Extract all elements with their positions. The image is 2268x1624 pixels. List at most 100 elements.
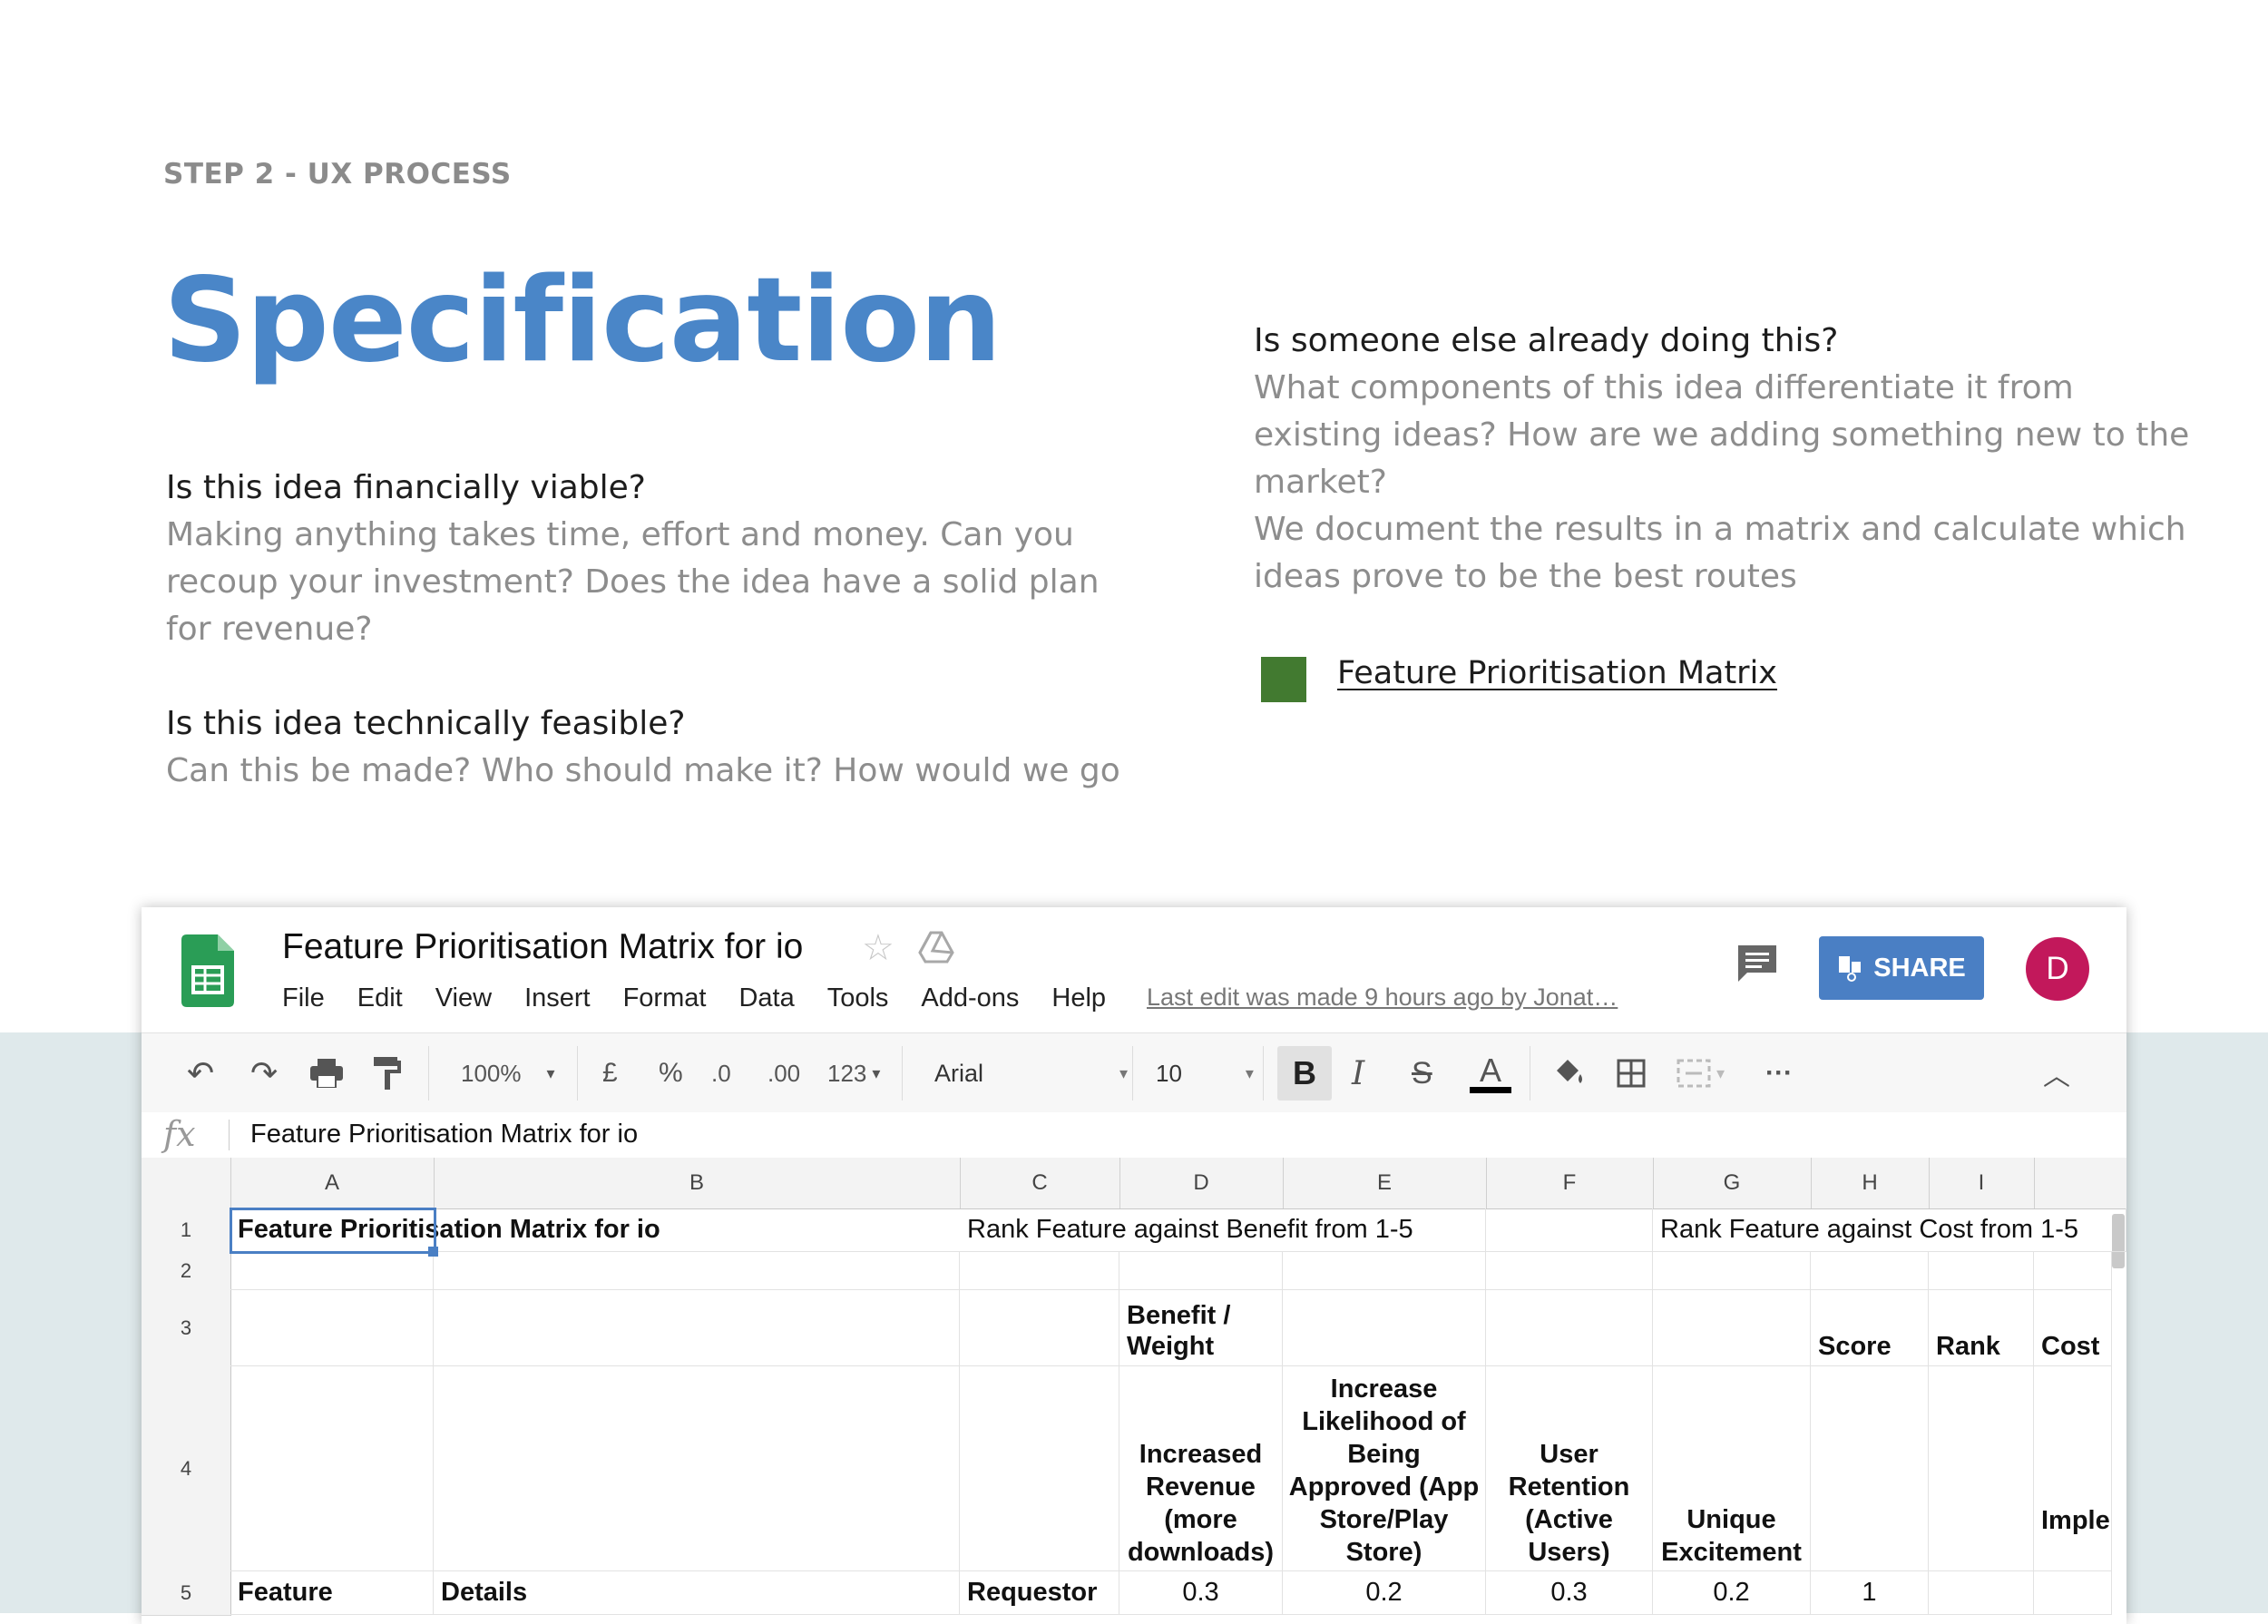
cell-a5[interactable]: Feature <box>230 1571 434 1615</box>
cell-a3[interactable] <box>230 1290 434 1366</box>
document-title[interactable]: Feature Prioritisation Matrix for io <box>282 927 803 967</box>
cell-h3[interactable]: Score <box>1811 1290 1929 1366</box>
menu-help[interactable]: Help <box>1051 983 1106 1013</box>
row-header-3[interactable]: 3 <box>142 1290 231 1367</box>
row-header-2[interactable]: 2 <box>142 1252 231 1291</box>
formula-input[interactable]: Feature Prioritisation Matrix for io <box>250 1120 638 1150</box>
print-icon[interactable] <box>310 1033 343 1113</box>
column-header-h[interactable]: H <box>1811 1158 1930 1208</box>
cell-e4[interactable]: Increase Likelihood of Being Approved (A… <box>1283 1366 1486 1571</box>
menu-tools[interactable]: Tools <box>827 983 889 1013</box>
cell-e2[interactable] <box>1283 1252 1486 1290</box>
cell-c2[interactable] <box>960 1252 1119 1290</box>
column-header-i[interactable]: I <box>1929 1158 2035 1208</box>
cell-j3[interactable]: Cost <box>2034 1290 2112 1366</box>
feature-matrix-link[interactable]: Feature Prioritisation Matrix <box>1337 655 1777 691</box>
cell-f2[interactable] <box>1486 1252 1653 1290</box>
cell-b5[interactable]: Details <box>434 1571 960 1615</box>
cell-c5[interactable]: Requestor <box>960 1571 1119 1615</box>
font-size-select[interactable]: 10 ▾ <box>1156 1033 1254 1113</box>
undo-icon[interactable]: ↶ <box>187 1033 214 1113</box>
cell-j4[interactable]: Imple <box>2034 1366 2112 1571</box>
paint-format-icon[interactable] <box>374 1033 401 1113</box>
cell-b2[interactable] <box>434 1252 960 1290</box>
cell-g5[interactable]: 0.2 <box>1653 1571 1811 1615</box>
cell-d5[interactable]: 0.3 <box>1119 1571 1283 1615</box>
last-edit-link[interactable]: Last edit was made 9 hours ago by Jonat… <box>1147 983 1618 1012</box>
merge-cells-icon[interactable]: ▾ <box>1677 1033 1725 1113</box>
cell-g4[interactable]: Unique Excitement <box>1653 1366 1811 1571</box>
cell-i2[interactable] <box>1929 1252 2034 1290</box>
cell-a1[interactable]: Feature Prioritisation Matrix for io <box>230 1208 960 1252</box>
cell-f5[interactable]: 0.3 <box>1486 1571 1653 1615</box>
cell-a4[interactable] <box>230 1366 434 1571</box>
zoom-select[interactable]: 100% ▾ <box>461 1033 555 1113</box>
cell-f1[interactable] <box>1486 1208 1653 1252</box>
column-header-b[interactable]: B <box>434 1158 961 1208</box>
cell-c1[interactable]: Rank Feature against Benefit from 1-5 <box>960 1208 1486 1252</box>
menu-edit[interactable]: Edit <box>357 983 403 1013</box>
cell-c4[interactable] <box>960 1366 1119 1571</box>
currency-button[interactable]: £ <box>602 1033 618 1113</box>
font-family-select[interactable]: Arial ▾ <box>934 1033 1128 1113</box>
comment-icon[interactable] <box>1735 942 1780 985</box>
redo-icon[interactable]: ↷ <box>250 1033 278 1113</box>
cell-d3[interactable]: Benefit / Weight <box>1119 1290 1283 1366</box>
column-header-f[interactable]: F <box>1486 1158 1654 1208</box>
cell-f3[interactable] <box>1486 1290 1653 1366</box>
drive-folder-icon[interactable] <box>918 929 954 965</box>
cell-j2[interactable] <box>2034 1252 2112 1290</box>
cell-f4[interactable]: User Retention (Active Users) <box>1486 1366 1653 1571</box>
cell-g2[interactable] <box>1653 1252 1811 1290</box>
cell-h2[interactable] <box>1811 1252 1929 1290</box>
cell-i3[interactable]: Rank <box>1929 1290 2034 1366</box>
menu-data[interactable]: Data <box>738 983 794 1013</box>
collapse-chevron-up-icon[interactable]: ︿ <box>2043 1033 2070 1113</box>
more-formats-button[interactable]: 123 ▾ <box>827 1033 880 1113</box>
cell-i4[interactable] <box>1929 1366 2034 1571</box>
cell-b3[interactable] <box>434 1290 960 1366</box>
bold-button[interactable]: B <box>1277 1046 1332 1101</box>
row-header-1[interactable]: 1 <box>142 1208 231 1253</box>
column-header-c[interactable]: C <box>960 1158 1120 1208</box>
cell-d4[interactable]: Increased Revenue (more downloads) <box>1119 1366 1283 1571</box>
menu-format[interactable]: Format <box>623 983 707 1013</box>
select-all-corner[interactable] <box>142 1158 231 1208</box>
cell-a2[interactable] <box>230 1252 434 1290</box>
row-header-4[interactable]: 4 <box>142 1366 231 1572</box>
column-header-d[interactable]: D <box>1119 1158 1284 1208</box>
star-icon[interactable]: ☆ <box>862 927 894 969</box>
strikethrough-button[interactable]: S <box>1412 1033 1432 1113</box>
cell-d2[interactable] <box>1119 1252 1283 1290</box>
text-color-button[interactable]: A <box>1470 1033 1511 1113</box>
borders-icon[interactable] <box>1617 1033 1646 1113</box>
cell-e3[interactable] <box>1283 1290 1486 1366</box>
cell-g3[interactable] <box>1653 1290 1811 1366</box>
cell-i5[interactable] <box>1929 1571 2034 1615</box>
cell-b4[interactable] <box>434 1366 960 1571</box>
menu-insert[interactable]: Insert <box>524 983 591 1013</box>
cell-e5[interactable]: 0.2 <box>1283 1571 1486 1615</box>
avatar[interactable]: D <box>2026 937 2089 1001</box>
increase-decimal-button[interactable]: .00 <box>767 1033 800 1113</box>
cell-g1[interactable]: Rank Feature against Cost from 1-5 <box>1653 1208 2126 1252</box>
cell-h4[interactable] <box>1811 1366 1929 1571</box>
menu-file[interactable]: File <box>282 983 325 1013</box>
fill-color-icon[interactable] <box>1553 1033 1586 1113</box>
menu-view[interactable]: View <box>435 983 492 1013</box>
column-header-e[interactable]: E <box>1283 1158 1487 1208</box>
more-options-button[interactable]: ··· <box>1765 1033 1793 1113</box>
cell-h5[interactable]: 1 <box>1811 1571 1929 1615</box>
column-header-j[interactable] <box>2034 1158 2126 1208</box>
column-header-g[interactable]: G <box>1653 1158 1812 1208</box>
italic-button[interactable]: I <box>1352 1033 1364 1113</box>
menu-addons[interactable]: Add-ons <box>921 983 1019 1013</box>
column-header-a[interactable]: A <box>230 1158 435 1208</box>
row-header-5[interactable]: 5 <box>142 1571 231 1616</box>
fill-handle[interactable] <box>428 1247 438 1257</box>
share-button[interactable]: SHARE <box>1819 936 1984 1000</box>
percent-button[interactable]: % <box>659 1033 683 1113</box>
cell-c3[interactable] <box>960 1290 1119 1366</box>
decrease-decimal-button[interactable]: .0 <box>711 1033 731 1113</box>
cell-j5[interactable] <box>2034 1571 2112 1615</box>
